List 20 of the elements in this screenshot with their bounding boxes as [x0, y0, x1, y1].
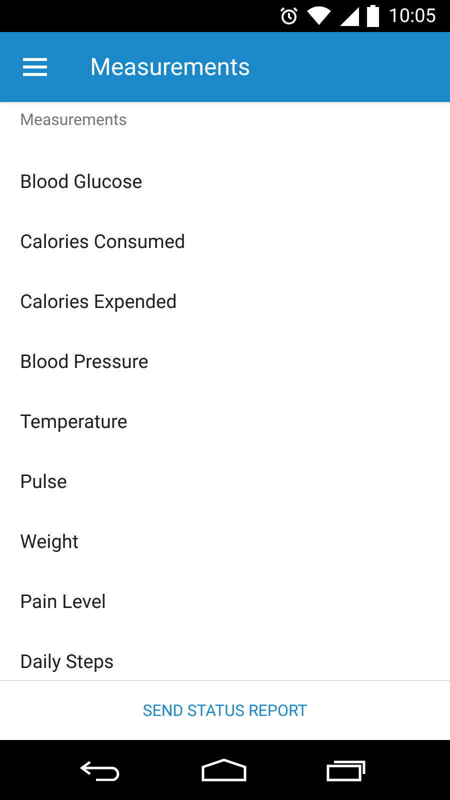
- list-item[interactable]: Blood Glucose: [0, 152, 450, 212]
- app-title: Measurements: [90, 52, 250, 83]
- send-report-button[interactable]: SEND STATUS REPORT: [134, 692, 316, 728]
- alarm-icon: [278, 6, 299, 26]
- list-item[interactable]: Calories Expended: [0, 272, 450, 332]
- list-item[interactable]: Pain Level: [0, 572, 450, 632]
- list-item[interactable]: Weight: [0, 512, 450, 572]
- list-item[interactable]: Daily Steps: [0, 632, 450, 680]
- wifi-icon: [306, 6, 331, 26]
- list-item[interactable]: Temperature: [0, 392, 450, 452]
- battery-icon: [366, 5, 379, 27]
- signal-icon: [338, 6, 359, 26]
- status-time: 10:05: [388, 2, 436, 29]
- list-item[interactable]: Pulse: [0, 452, 450, 512]
- list-item[interactable]: Blood Pressure: [0, 332, 450, 392]
- list-item[interactable]: Calories Consumed: [0, 212, 450, 272]
- menu-icon: [23, 58, 47, 76]
- back-icon[interactable]: [80, 759, 122, 781]
- home-icon[interactable]: [200, 758, 247, 782]
- section-header: Measurements: [20, 110, 127, 129]
